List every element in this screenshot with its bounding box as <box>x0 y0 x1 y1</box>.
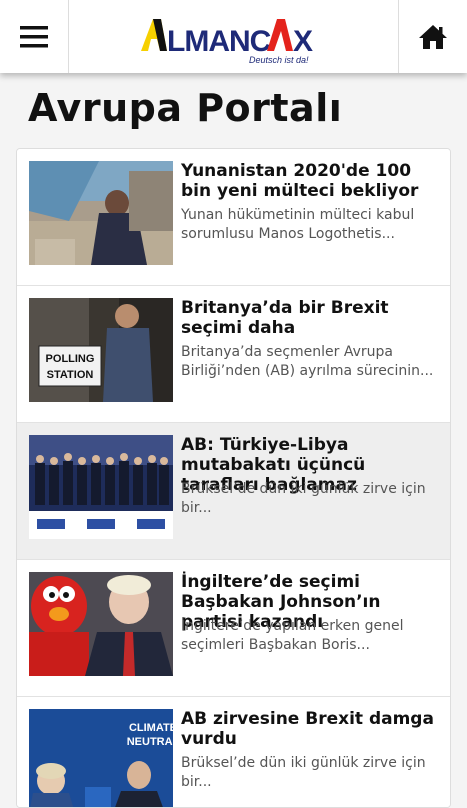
home-icon <box>419 24 447 49</box>
svg-text:X: X <box>293 25 313 58</box>
top-bar: LMANC X Deutsch ist da! <box>0 0 467 73</box>
svg-text:STATION: STATION <box>47 369 94 381</box>
article-description: Brüksel’de dün iki günlük zirve için bir… <box>181 481 426 516</box>
article-thumbnail[interactable] <box>29 161 173 265</box>
home-button[interactable] <box>398 0 467 73</box>
article-item[interactable]: CLIMATE NEUTRAL AB zirvesine Brexit damg… <box>17 697 450 807</box>
svg-text:POLLING: POLLING <box>46 353 95 365</box>
article-thumbnail[interactable] <box>29 435 173 539</box>
article-thumbnail[interactable] <box>29 572 173 676</box>
svg-text:Deutsch ist da!: Deutsch ist da! <box>249 55 309 65</box>
article-item[interactable]: AB: Türkiye-Libya mutabakatı üçüncü tara… <box>17 423 450 560</box>
article-title[interactable]: AB zirvesine Brexit damga vurdu <box>181 709 443 749</box>
menu-button[interactable] <box>0 0 69 73</box>
article-thumbnail[interactable]: CLIMATE NEUTRAL <box>29 709 173 807</box>
article-description: Britanya’da seçmenler Avrupa Birliği’nde… <box>181 344 434 379</box>
article-title[interactable]: Britanya’da bir Brexit seçimi daha <box>181 298 443 338</box>
article-description: İngiltere’de yapılan erken genel seçimle… <box>181 618 404 653</box>
page-title: Avrupa Portalı <box>28 86 343 130</box>
hamburger-menu-icon <box>20 25 48 47</box>
site-logo[interactable]: LMANC X Deutsch ist da! <box>69 0 398 73</box>
article-list: Yunanistan 2020'de 100 bin yeni mülteci … <box>16 148 451 808</box>
svg-text:CLIMATE: CLIMATE <box>129 722 173 734</box>
article-item[interactable]: POLLING STATION Britanya’da bir Brexit s… <box>17 286 450 423</box>
svg-text:NEUTRAL: NEUTRAL <box>127 736 173 748</box>
article-item[interactable]: İngiltere’de seçimi Başbakan Johnson’ın … <box>17 560 450 697</box>
article-thumbnail[interactable]: POLLING STATION <box>29 298 173 402</box>
svg-text:LMANC: LMANC <box>167 25 271 58</box>
logo-image: LMANC X Deutsch ist da! <box>140 18 313 65</box>
article-description: Brüksel’de dün iki günlük zirve için bir… <box>181 755 426 790</box>
article-title[interactable]: Yunanistan 2020'de 100 bin yeni mülteci … <box>181 161 443 201</box>
article-description: Yunan hükümetinin mülteci kabul sorumlus… <box>181 207 415 242</box>
article-item[interactable]: Yunanistan 2020'de 100 bin yeni mülteci … <box>17 149 450 286</box>
